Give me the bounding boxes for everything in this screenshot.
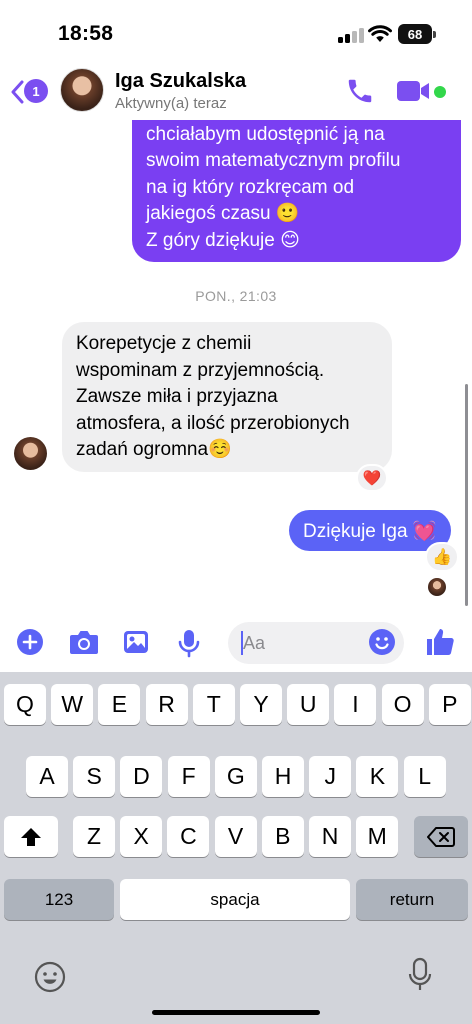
like-icon <box>427 629 454 655</box>
key-z[interactable]: Z <box>73 816 115 857</box>
outgoing-message-bubble[interactable]: chciałabym udostępnić ją na swoim matema… <box>132 120 461 262</box>
emoji-button[interactable] <box>368 628 396 656</box>
incoming-message-bubble[interactable]: Korepetycje z chemii wspominam z przyjem… <box>62 322 392 472</box>
video-call-button[interactable] <box>396 79 432 103</box>
battery-indicator: 68 <box>398 24 436 44</box>
key-y[interactable]: Y <box>240 684 282 725</box>
heart-reaction-badge[interactable]: ❤️ <box>356 464 388 492</box>
online-status-dot <box>434 86 446 98</box>
sender-avatar[interactable] <box>14 437 47 470</box>
key-p[interactable]: P <box>428 684 471 725</box>
message-composer: Aa <box>0 614 472 672</box>
back-button[interactable]: 1 <box>10 78 50 106</box>
status-bar: 18:58 68 <box>0 0 472 60</box>
key-r[interactable]: R <box>145 684 188 725</box>
wifi-icon <box>368 25 392 42</box>
chat-header: 1 Iga Szukalska Aktywny(a) teraz <box>0 62 472 120</box>
return-key[interactable]: return <box>356 879 468 920</box>
thumbs-up-reaction-badge[interactable]: 👍 <box>425 542 459 572</box>
read-receipt-avatar <box>428 578 446 596</box>
key-s[interactable]: S <box>73 756 116 797</box>
outgoing-message-bubble-last[interactable]: Dziękuje Iga 💓 <box>289 510 451 551</box>
message-timestamp: PON., 21:03 <box>195 288 277 304</box>
dictation-button[interactable] <box>408 957 432 993</box>
video-camera-icon <box>397 81 420 101</box>
key-v[interactable]: V <box>214 816 257 857</box>
emoji-keyboard-icon <box>34 961 66 993</box>
plus-button[interactable] <box>16 628 44 656</box>
contact-status: Aktywny(a) teraz <box>115 95 227 112</box>
outgoing-message-text: chciałabym udostępnić ją na swoim matema… <box>146 123 401 251</box>
message-list[interactable]: chciałabym udostępnić ją na swoim matema… <box>0 120 472 610</box>
backspace-key[interactable] <box>414 816 468 857</box>
key-k[interactable]: K <box>356 756 399 797</box>
emoji-keyboard-button[interactable] <box>34 961 66 993</box>
key-j[interactable]: J <box>309 756 352 797</box>
key-n[interactable]: N <box>309 816 351 857</box>
key-u[interactable]: U <box>287 684 330 725</box>
key-d[interactable]: D <box>120 756 163 797</box>
key-b[interactable]: B <box>261 816 304 857</box>
key-m[interactable]: M <box>356 816 399 857</box>
microphone-icon <box>184 630 194 647</box>
key-g[interactable]: G <box>214 756 257 797</box>
key-f[interactable]: F <box>167 756 210 797</box>
key-t[interactable]: T <box>192 684 235 725</box>
phone-call-button[interactable] <box>345 76 375 106</box>
home-indicator[interactable] <box>152 1010 320 1015</box>
numbers-key[interactable]: 123 <box>4 879 114 920</box>
shift-key[interactable] <box>4 816 58 857</box>
key-a[interactable]: A <box>26 756 68 797</box>
key-e[interactable]: E <box>98 684 141 725</box>
key-o[interactable]: O <box>381 684 424 725</box>
space-key[interactable]: spacja <box>120 879 350 920</box>
key-l[interactable]: L <box>403 756 446 797</box>
key-q[interactable]: Q <box>4 684 46 725</box>
microphone-button[interactable] <box>176 628 202 658</box>
message-input-placeholder: Aa <box>243 633 266 653</box>
camera-button[interactable] <box>68 628 100 656</box>
status-time: 18:58 <box>58 22 114 45</box>
key-w[interactable]: W <box>51 684 94 725</box>
emoji-icon <box>369 629 395 655</box>
key-i[interactable]: I <box>334 684 377 725</box>
gallery-button[interactable] <box>122 628 150 656</box>
shift-icon <box>21 827 41 846</box>
contact-name[interactable]: Iga Szukalska <box>115 70 246 93</box>
key-c[interactable]: C <box>167 816 210 857</box>
phone-icon <box>348 79 372 103</box>
key-x[interactable]: X <box>120 816 163 857</box>
dictation-microphone-icon <box>412 957 428 981</box>
contact-avatar[interactable] <box>60 68 104 112</box>
cellular-signal-icon <box>338 27 364 43</box>
unread-count-badge: 1 <box>24 79 48 103</box>
backspace-icon <box>427 826 455 847</box>
like-button[interactable] <box>424 626 456 658</box>
scrollbar[interactable] <box>465 384 468 606</box>
chevron-left-icon <box>11 80 24 104</box>
key-h[interactable]: H <box>262 756 304 797</box>
